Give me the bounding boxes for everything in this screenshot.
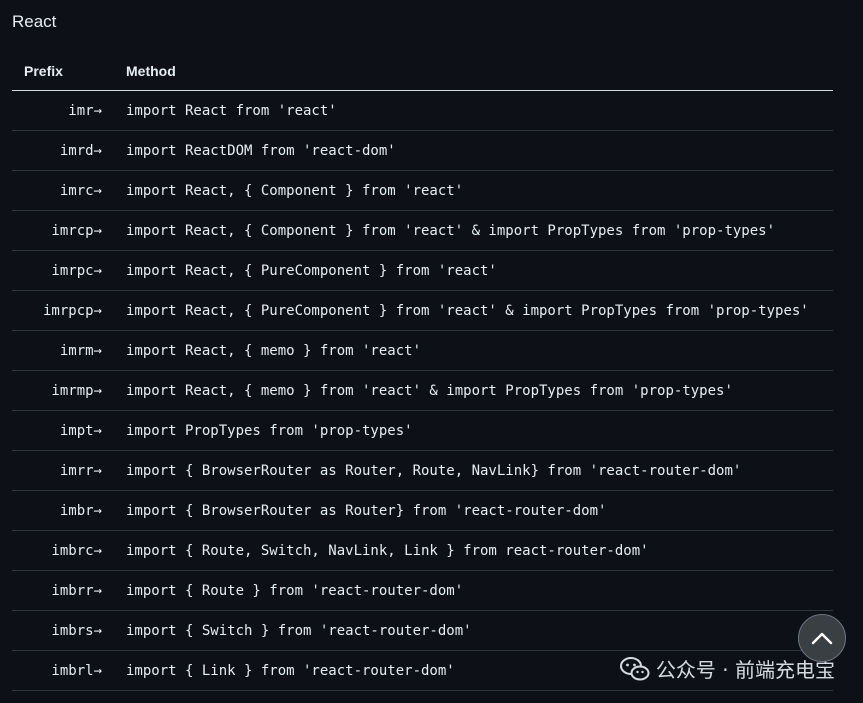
prefix-cell: imbr→ <box>12 490 126 531</box>
wechat-watermark: 公众号 · 前端充电宝 <box>619 654 835 683</box>
table-row: imbrc→ import { Route, Switch, NavLink, L… <box>12 530 833 571</box>
method-cell: import { Route } from 'react-router-dom' <box>126 570 833 611</box>
method-cell: import React, { Component } from 'react' <box>126 170 833 211</box>
snippet-table: Prefix Method imr→ import React from 'rea… <box>12 52 833 691</box>
table-row: imrpcp→ import React, { PureComponent } f… <box>12 290 833 331</box>
method-column-header: Method <box>126 52 833 91</box>
prefix-cell: imrpc→ <box>12 250 126 291</box>
prefix-cell: imrmp→ <box>12 370 126 411</box>
scroll-to-top-button[interactable] <box>798 614 846 662</box>
table-row: imbr→ import { BrowserRouter as Router} f… <box>12 490 833 531</box>
table-row: imbrs→ import { Switch } from 'react-rout… <box>12 610 833 651</box>
method-cell: import React, { memo } from 'react' & im… <box>126 370 833 411</box>
table-row: imrcp→ import React, { Component } from '… <box>12 210 833 251</box>
method-cell: import { Switch } from 'react-router-dom… <box>126 610 833 651</box>
prefix-cell: imbrl→ <box>12 650 126 691</box>
method-cell: import ReactDOM from 'react-dom' <box>126 130 833 171</box>
prefix-column-header: Prefix <box>12 52 126 91</box>
table-row: imr→ import React from 'react' <box>12 90 833 131</box>
method-cell: import React, { PureComponent } from 're… <box>126 290 833 331</box>
table-header-row: Prefix Method <box>12 52 833 91</box>
table-row: imbrr→ import { Route } from 'react-route… <box>12 570 833 611</box>
table-row: imrmp→ import React, { memo } from 'react… <box>12 370 833 411</box>
prefix-cell: imrpcp→ <box>12 290 126 331</box>
method-cell: import { BrowserRouter as Router} from '… <box>126 490 833 531</box>
method-cell: import React, { Component } from 'react'… <box>126 210 833 251</box>
table-row: imrpc→ import React, { PureComponent } fr… <box>12 250 833 291</box>
method-cell: import React, { memo } from 'react' <box>126 330 833 371</box>
prefix-cell: imrm→ <box>12 330 126 371</box>
method-cell: import React from 'react' <box>126 90 833 131</box>
method-cell: import { Route, Switch, NavLink, Link } … <box>126 530 833 571</box>
prefix-cell: impt→ <box>12 410 126 451</box>
prefix-cell: imr→ <box>12 90 126 131</box>
section-title: React <box>12 12 57 31</box>
table-row: imrd→ import ReactDOM from 'react-dom' <box>12 130 833 171</box>
method-cell: import React, { PureComponent } from 're… <box>126 250 833 291</box>
prefix-cell: imbrr→ <box>12 570 126 611</box>
table-row: imrc→ import React, { Component } from 'r… <box>12 170 833 211</box>
table-row: impt→ import PropTypes from 'prop-types' <box>12 410 833 451</box>
table-row: imrr→ import { BrowserRouter as Router, R… <box>12 450 833 491</box>
prefix-cell: imrd→ <box>12 130 126 171</box>
prefix-cell: imrc→ <box>12 170 126 211</box>
method-cell: import { BrowserRouter as Router, Route,… <box>126 450 833 491</box>
prefix-cell: imbrc→ <box>12 530 126 571</box>
prefix-cell: imrr→ <box>12 450 126 491</box>
prefix-cell: imrcp→ <box>12 210 126 251</box>
prefix-cell: imbrs→ <box>12 610 126 651</box>
wechat-icon <box>619 656 650 680</box>
chevron-up-icon <box>811 632 833 645</box>
table-row: imrm→ import React, { memo } from 'react' <box>12 330 833 371</box>
watermark-text: 公众号 · 前端充电宝 <box>655 658 835 682</box>
method-cell: import PropTypes from 'prop-types' <box>126 410 833 451</box>
